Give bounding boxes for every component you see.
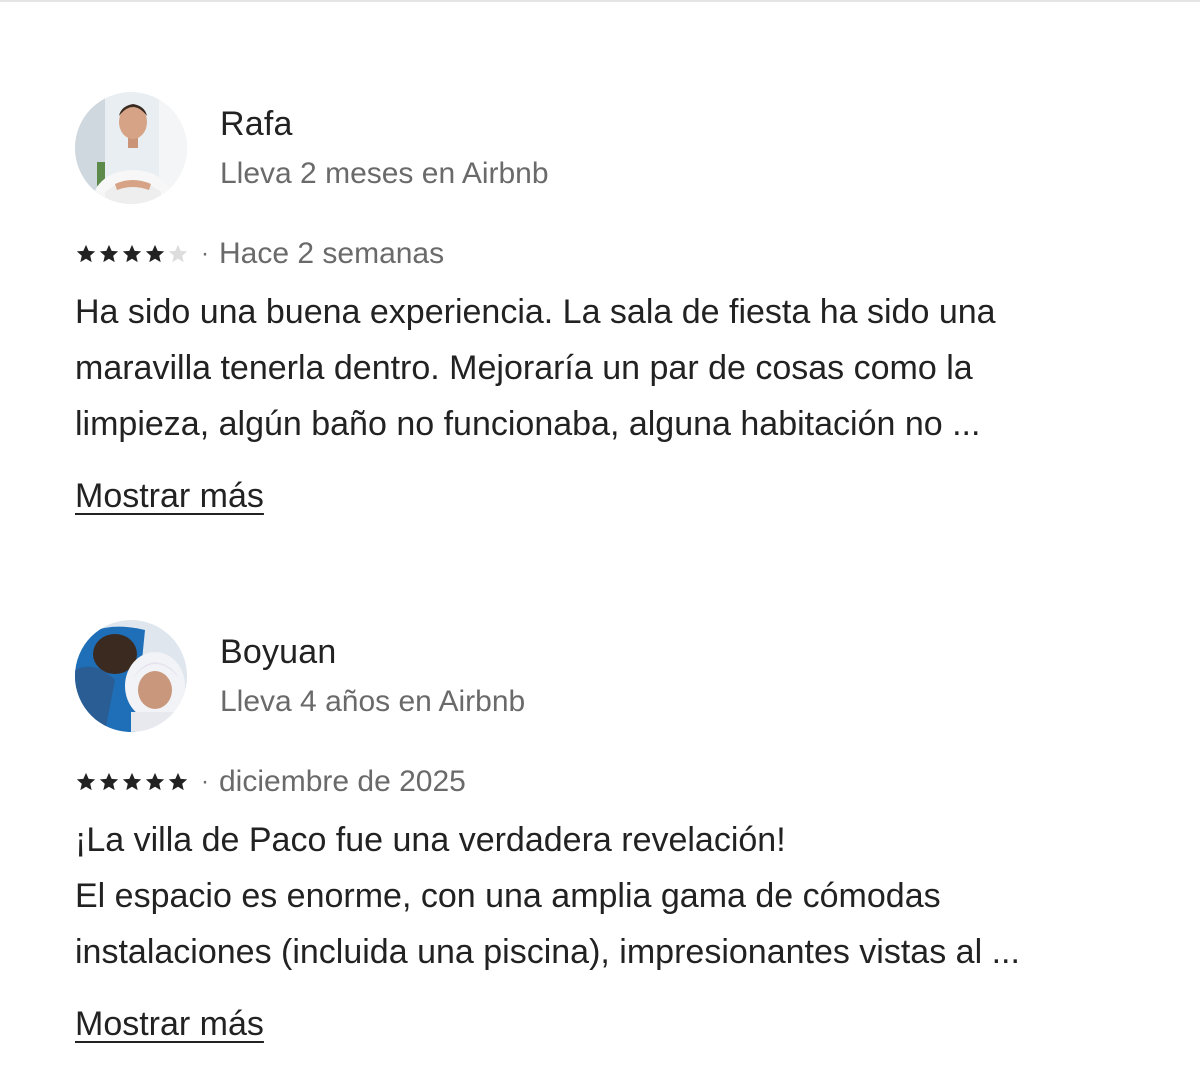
review-meta: · diciembre de 2025 (75, 762, 1155, 802)
star-icon (168, 772, 188, 791)
review-text-line: instalaciones (incluida una piscina), im… (75, 933, 1020, 971)
star-icon (122, 244, 142, 263)
review-text-line: Ha sido una buena experiencia. La sala d… (75, 293, 996, 331)
star-rating (75, 771, 189, 793)
meta-separator: · (201, 240, 209, 267)
review-meta: · Hace 2 semanas (75, 234, 1155, 274)
reviewer-tenure: Lleva 2 meses en Airbnb (220, 157, 549, 190)
review-text: ¡La villa de Paco fue una verdadera reve… (75, 812, 1155, 980)
reviewer-tenure: Lleva 4 años en Airbnb (220, 685, 526, 718)
star-icon (122, 772, 142, 791)
star-empty-icon (168, 244, 188, 263)
review-text-line: ¡La villa de Paco fue una verdadera reve… (75, 821, 786, 859)
review-date: diciembre de 2025 (219, 765, 466, 798)
review-card-boyuan: Boyuan Lleva 4 años en Airbnb · diciembr… (75, 620, 1155, 1046)
meta-separator: · (201, 768, 209, 795)
avatar[interactable] (75, 92, 187, 204)
person-photo-avatar-icon (75, 92, 187, 204)
star-icon (76, 244, 96, 263)
star-icon (145, 772, 165, 791)
avatar[interactable] (75, 620, 187, 732)
show-more-button[interactable]: Mostrar más (75, 474, 264, 518)
reviewer-name: Boyuan (220, 633, 337, 671)
top-divider (0, 0, 1200, 2)
child-photo-avatar-icon (75, 620, 187, 732)
review-text-line: limpieza, algún baño no funcionaba, algu… (75, 405, 981, 443)
review-text-line: El espacio es enorme, con una amplia gam… (75, 877, 941, 915)
star-icon (99, 772, 119, 791)
reviewer-header: Boyuan Lleva 4 años en Airbnb (75, 620, 1155, 732)
review-text-line: maravilla tenerla dentro. Mejoraría un p… (75, 349, 973, 387)
star-icon (76, 772, 96, 791)
review-text: Ha sido una buena experiencia. La sala d… (75, 284, 1155, 452)
review-card-rafa: Rafa Lleva 2 meses en Airbnb · Hace 2 se… (75, 92, 1155, 518)
review-date: Hace 2 semanas (219, 237, 445, 270)
reviewer-header: Rafa Lleva 2 meses en Airbnb (75, 92, 1155, 204)
star-rating (75, 243, 189, 265)
star-icon (145, 244, 165, 263)
show-more-button[interactable]: Mostrar más (75, 1002, 264, 1046)
reviewer-name: Rafa (220, 105, 293, 143)
star-icon (99, 244, 119, 263)
